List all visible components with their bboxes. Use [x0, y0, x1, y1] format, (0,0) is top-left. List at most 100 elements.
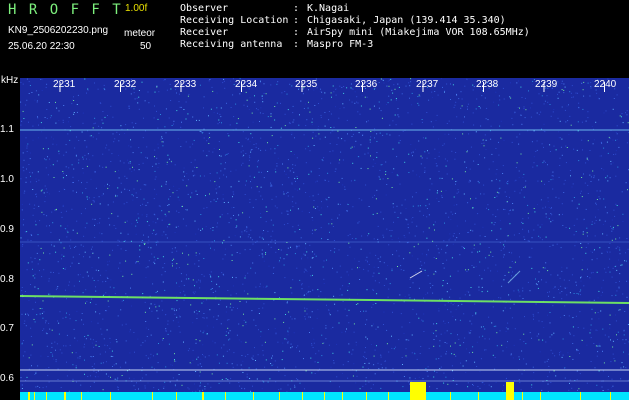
noise-speck: [30, 336, 32, 337]
noise-speck: [117, 377, 119, 379]
noise-speck: [51, 244, 52, 246]
noise-speck: [259, 121, 260, 122]
noise-speck: [86, 271, 88, 273]
noise-speck: [587, 193, 589, 194]
noise-speck: [577, 130, 579, 132]
noise-speck: [23, 323, 25, 324]
noise-speck: [396, 250, 398, 252]
noise-speck: [49, 328, 51, 330]
noise-speck: [252, 358, 254, 360]
noise-speck: [545, 262, 547, 264]
noise-speck: [86, 146, 88, 148]
noise-speck: [248, 367, 250, 369]
noise-speck: [255, 199, 257, 201]
noise-speck: [462, 121, 464, 123]
noise-speck: [63, 345, 65, 347]
noise-speck: [295, 180, 296, 182]
noise-speck: [212, 229, 214, 231]
noise-speck: [179, 106, 181, 108]
noise-speck: [438, 308, 440, 310]
noise-speck: [344, 188, 346, 190]
noise-speck: [90, 321, 92, 323]
noise-speck: [524, 316, 525, 318]
noise-speck: [55, 209, 57, 211]
noise-speck: [580, 280, 582, 282]
noise-speck: [336, 376, 338, 378]
noise-speck: [57, 368, 59, 370]
noise-speck: [312, 289, 314, 291]
noise-speck: [317, 193, 319, 195]
noise-speck: [424, 170, 426, 172]
noise-speck: [144, 311, 146, 313]
meta-value: Chigasaki, Japan (139.414 35.340): [307, 15, 506, 26]
noise-speck: [430, 287, 431, 289]
noise-speck: [317, 289, 319, 291]
noise-speck: [30, 284, 31, 285]
noise-speck: [507, 181, 509, 182]
noise-speck: [352, 133, 354, 135]
noise-speck: [245, 324, 247, 325]
noise-speck: [21, 245, 23, 247]
noise-speck: [180, 106, 182, 108]
noise-speck: [455, 319, 457, 321]
noise-speck: [120, 191, 122, 193]
noise-speck: [354, 258, 356, 260]
noise-speck: [580, 243, 582, 244]
noise-speck: [359, 279, 361, 280]
noise-speck: [359, 267, 361, 269]
noise-speck: [601, 386, 603, 388]
noise-speck: [260, 216, 262, 218]
noise-speck: [559, 165, 561, 166]
noise-speck: [183, 284, 185, 286]
noise-speck: [544, 161, 546, 163]
noise-speck: [195, 339, 197, 341]
noise-speck: [112, 366, 113, 367]
noise-speck: [314, 229, 316, 231]
noise-speck: [337, 130, 339, 132]
noise-speck: [237, 307, 238, 309]
noise-speck: [547, 197, 549, 199]
noise-speck: [581, 139, 583, 141]
noise-speck: [580, 190, 582, 192]
noise-speck: [379, 261, 381, 263]
noise-speck: [576, 370, 578, 372]
noise-speck: [85, 208, 86, 210]
noise-speck: [192, 359, 194, 361]
noise-speck: [183, 109, 185, 110]
noise-speck: [382, 218, 384, 220]
noise-speck: [494, 197, 496, 198]
noise-speck: [104, 185, 106, 187]
noise-speck: [62, 171, 64, 172]
noise-speck: [292, 112, 294, 114]
noise-speck: [549, 336, 551, 338]
noise-speck: [174, 353, 175, 355]
noise-speck: [549, 246, 551, 247]
noise-speck: [435, 163, 437, 165]
noise-speck: [527, 212, 529, 214]
noise-speck: [147, 266, 149, 268]
noise-speck: [274, 242, 276, 244]
noise-speck: [312, 131, 314, 133]
noise-speck: [102, 281, 104, 283]
noise-speck: [48, 381, 50, 383]
noise-speck: [35, 181, 37, 183]
noise-speck: [267, 381, 269, 383]
noise-speck: [95, 187, 97, 189]
noise-speck: [172, 377, 174, 379]
noise-speck: [341, 177, 343, 179]
noise-speck: [199, 375, 201, 377]
noise-speck: [261, 344, 263, 346]
noise-speck: [136, 180, 138, 182]
meta-key: Observer: [180, 3, 229, 14]
noise-speck: [39, 259, 41, 261]
noise-speck: [434, 370, 435, 372]
noise-speck: [134, 98, 136, 100]
noise-speck: [580, 192, 581, 194]
noise-speck: [412, 155, 413, 157]
noise-speck: [178, 188, 180, 190]
noise-speck: [438, 155, 440, 157]
noise-speck: [383, 262, 385, 264]
noise-speck: [598, 370, 600, 372]
noise-speck: [621, 191, 623, 193]
noise-speck: [219, 216, 221, 218]
